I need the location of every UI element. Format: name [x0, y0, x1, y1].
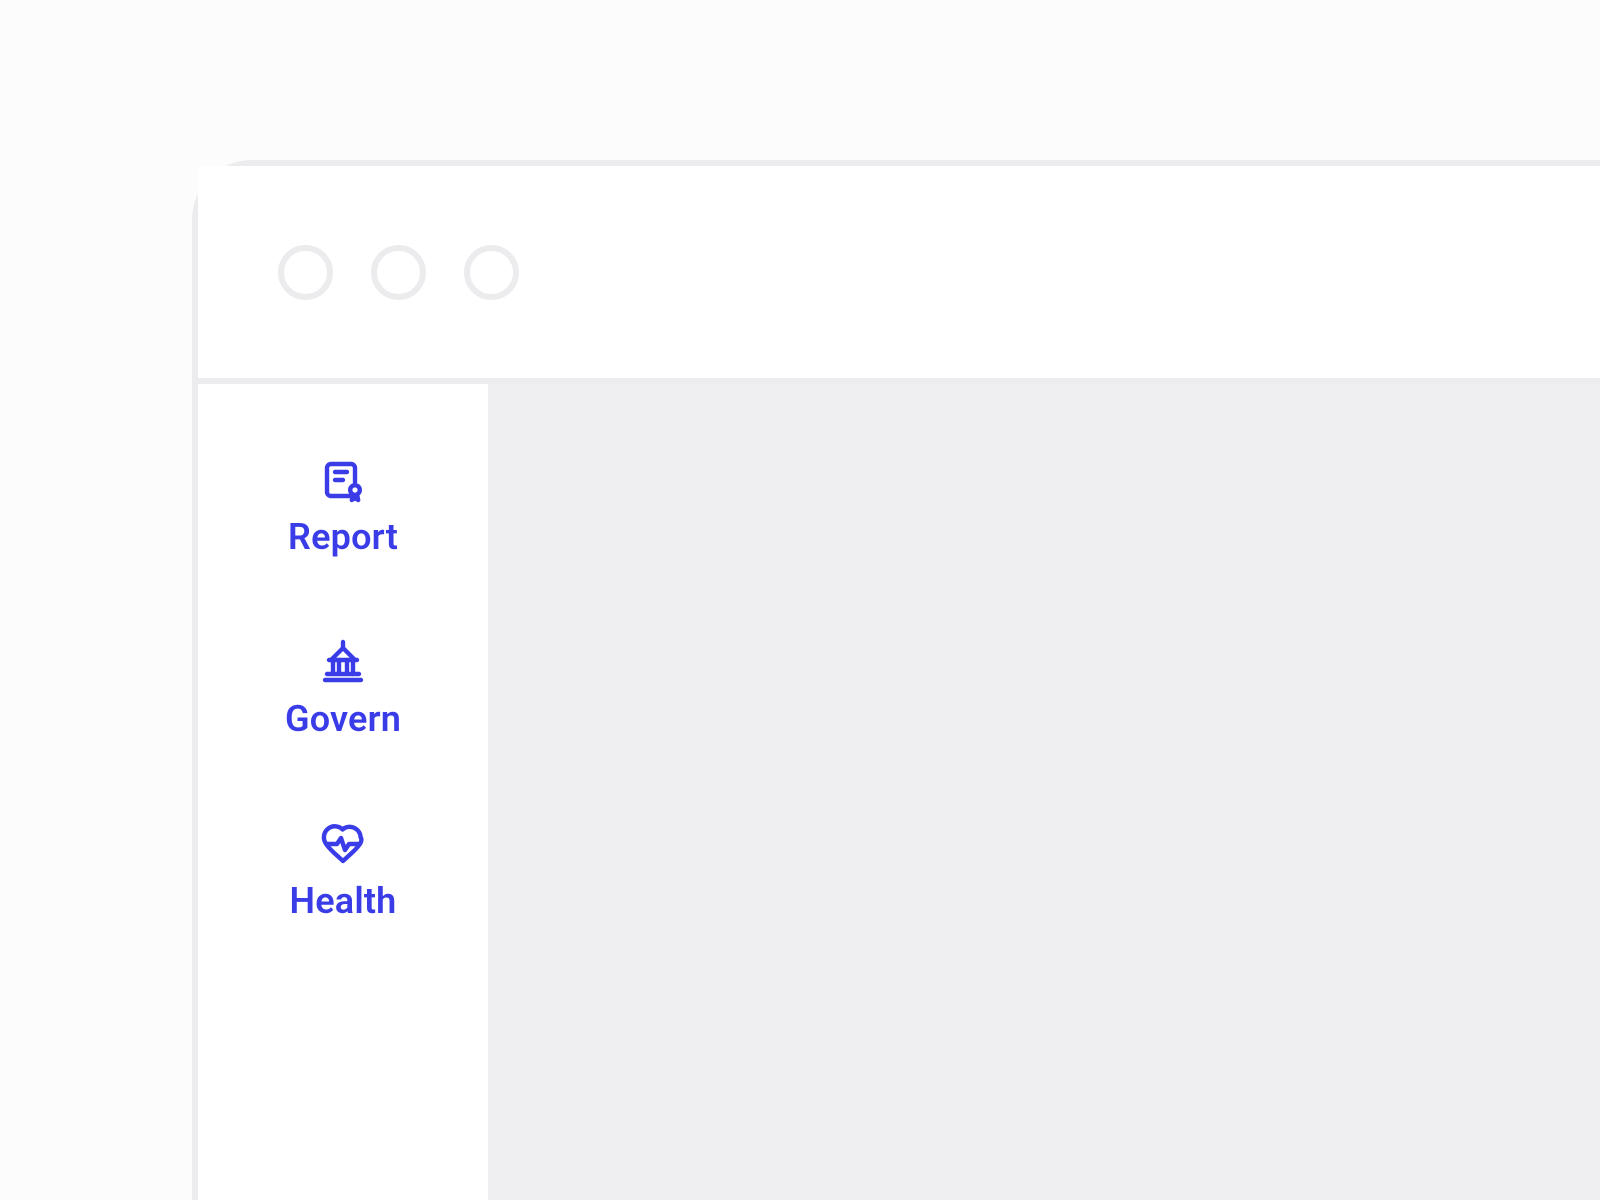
sidebar-item-label: Report — [288, 516, 398, 558]
heart-pulse-icon — [319, 820, 367, 868]
content-area — [488, 384, 1600, 1200]
government-icon — [319, 638, 367, 686]
sidebar: Report Govern — [198, 384, 488, 1200]
window-body: Report Govern — [198, 384, 1600, 1200]
app-window: Report Govern — [192, 160, 1600, 1200]
sidebar-item-govern[interactable]: Govern — [285, 638, 401, 740]
sidebar-item-label: Health — [290, 880, 397, 922]
window-control-zoom[interactable] — [464, 245, 519, 300]
sidebar-item-report[interactable]: Report — [288, 456, 398, 558]
sidebar-item-label: Govern — [285, 698, 401, 740]
sidebar-item-health[interactable]: Health — [290, 820, 397, 922]
window-control-close[interactable] — [278, 245, 333, 300]
window-control-minimize[interactable] — [371, 245, 426, 300]
certificate-icon — [319, 456, 367, 504]
window-titlebar — [198, 166, 1600, 384]
